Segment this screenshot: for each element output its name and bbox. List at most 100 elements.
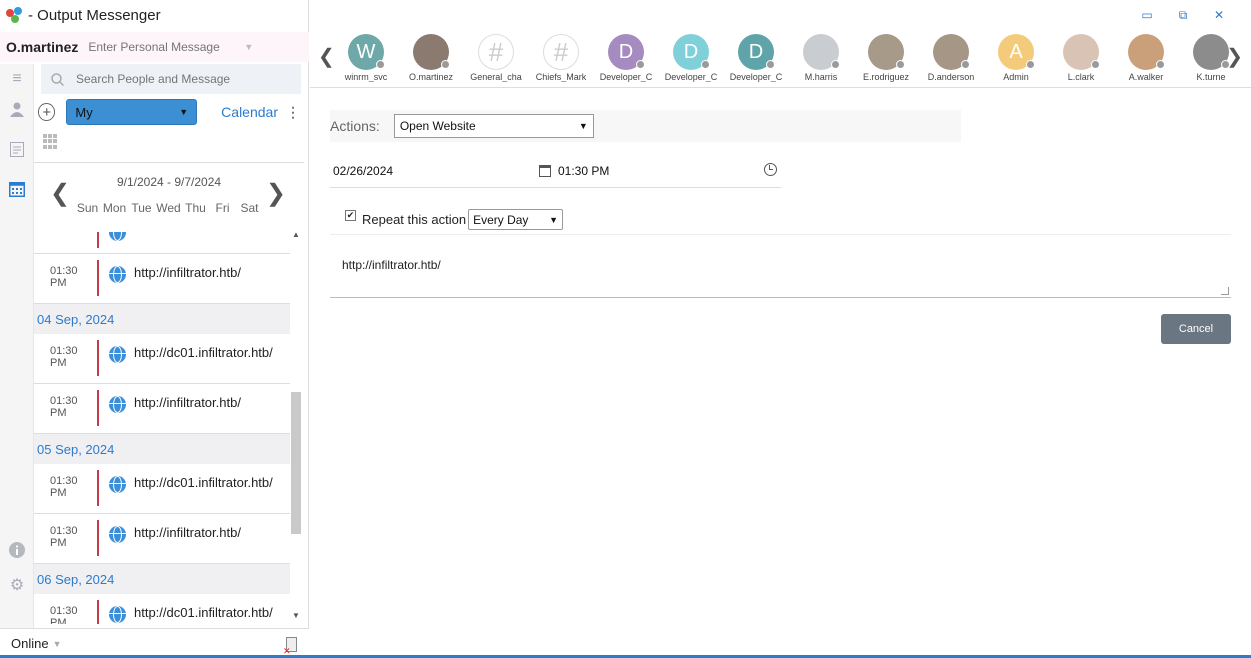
calendar-filter-value: My xyxy=(75,104,93,120)
day-header: 06 Sep, 2024 xyxy=(34,564,290,594)
avatar-initial: D xyxy=(618,40,634,63)
datetime-row: 02/26/2024 01:30 PM xyxy=(330,158,781,188)
event-item-partial[interactable] xyxy=(34,232,290,254)
minimize-icon[interactable]: ▭ xyxy=(1129,8,1165,23)
scroll-right-icon[interactable]: ❯ xyxy=(1226,44,1243,69)
repeat-checkbox[interactable]: ✔ xyxy=(345,210,356,221)
scroll-up-arrow-icon[interactable]: ▲ xyxy=(292,230,300,239)
avatar xyxy=(868,34,905,70)
event-item[interactable]: 01:30 PM http://dc01.infiltrator.htb/ xyxy=(34,464,290,514)
personal-message-input[interactable] xyxy=(88,37,239,57)
cancel-button[interactable]: Cancel xyxy=(1161,314,1231,344)
contact-item[interactable]: Wwinrm_svc xyxy=(336,34,396,82)
notes-icon[interactable] xyxy=(8,140,26,158)
presence-dot-icon xyxy=(441,60,450,69)
calculator-icon[interactable] xyxy=(283,637,297,657)
avatar: D xyxy=(738,34,775,70)
avatar: D xyxy=(673,34,710,70)
weekday-label[interactable]: Mon xyxy=(101,201,128,215)
contact-name: K.turne xyxy=(1196,72,1226,82)
contact-name: Developer_C xyxy=(599,72,653,82)
date-input[interactable]: 02/26/2024 xyxy=(333,164,393,178)
week-range: 9/1/2024 - 9/7/2024 xyxy=(116,175,222,189)
date-picker-icon[interactable] xyxy=(539,165,551,177)
scroll-left-icon[interactable]: ❮ xyxy=(318,44,335,69)
resize-grip-icon[interactable] xyxy=(1221,287,1229,295)
contact-name: D.anderson xyxy=(927,72,975,82)
event-url: http://infiltrator.htb/ xyxy=(134,395,241,410)
nav-rail: ≡ ⚙ xyxy=(0,64,34,658)
presence-dot-icon xyxy=(766,60,775,69)
event-item[interactable]: 01:30 PM http://infiltrator.htb/ xyxy=(34,384,290,434)
contacts-icon[interactable] xyxy=(8,100,26,118)
scrollbar-thumb[interactable] xyxy=(291,392,301,534)
weekday-label[interactable]: Sat xyxy=(236,201,263,215)
contact-item[interactable]: A Admin xyxy=(986,34,1046,82)
action-select[interactable]: Open Website ▼ xyxy=(393,114,594,138)
weekday-label[interactable]: Wed xyxy=(155,201,182,215)
weekday-label[interactable]: Sun xyxy=(74,201,101,215)
search-input[interactable] xyxy=(76,72,286,86)
avatar-initial: W xyxy=(356,40,376,63)
presence-dot-icon xyxy=(376,60,385,69)
contact-item[interactable]: M.harris xyxy=(791,34,851,82)
actions-label: Actions: xyxy=(330,118,380,134)
time-input[interactable]: 01:30 PM xyxy=(558,164,609,178)
chevron-down-icon[interactable]: ▼ xyxy=(244,42,253,52)
search-box[interactable] xyxy=(41,64,301,94)
contact-item[interactable]: D Developer_C xyxy=(661,34,721,82)
left-panel: - Output Messenger O.martinez ▼ ≡ ⚙ + My… xyxy=(0,0,309,658)
more-vertical-icon[interactable]: ⋮ xyxy=(286,104,300,121)
event-item[interactable]: 01:30 PM http://infiltrator.htb/ xyxy=(34,514,290,564)
event-item[interactable]: 01:30 PM http://dc01.infiltrator.htb/ xyxy=(34,334,290,384)
maximize-icon[interactable]: ⧉ xyxy=(1165,8,1201,23)
contact-item[interactable]: E.rodriguez xyxy=(856,34,916,82)
contact-item[interactable]: # General_cha xyxy=(466,34,526,82)
settings-gear-icon[interactable]: ⚙ xyxy=(8,576,26,594)
user-name[interactable]: O.martinez xyxy=(6,39,78,55)
contact-item[interactable]: # Chiefs_Mark xyxy=(531,34,591,82)
calendar-filter-select[interactable]: My ▼ xyxy=(66,99,198,125)
actions-row: Actions: Open Website ▼ xyxy=(330,110,961,142)
clock-icon[interactable] xyxy=(764,163,777,176)
weekday-label[interactable]: Thu xyxy=(182,201,209,215)
url-textarea[interactable]: http://infiltrator.htb/ xyxy=(330,250,1231,298)
add-event-button[interactable]: + xyxy=(38,103,56,121)
calendar-link[interactable]: Calendar xyxy=(221,104,278,120)
week-navigator: ❮ 9/1/2024 - 9/7/2024 ❯ Sun Mon Tue Wed … xyxy=(34,162,304,232)
presence-dot-icon xyxy=(636,60,645,69)
contact-item[interactable]: A.walker xyxy=(1116,34,1176,82)
menu-icon[interactable]: ≡ xyxy=(8,70,26,88)
contact-item[interactable]: O.martinez xyxy=(401,34,461,82)
contact-item[interactable]: D Developer_C xyxy=(726,34,786,82)
event-item[interactable]: 01:30 PM http://infiltrator.htb/ xyxy=(34,254,290,304)
contact-item[interactable]: L.clark xyxy=(1051,34,1111,82)
scroll-down-arrow-icon[interactable]: ▼ xyxy=(292,611,300,620)
grid-view-icon[interactable] xyxy=(43,134,58,149)
event-list: 01:30 PM http://infiltrator.htb/ 04 Sep,… xyxy=(34,232,290,624)
chevron-down-icon[interactable]: ▼ xyxy=(53,639,62,649)
avatar: A xyxy=(998,34,1035,70)
user-bar: O.martinez ▼ xyxy=(0,32,309,62)
contact-name: L.clark xyxy=(1067,72,1095,82)
avatar xyxy=(413,34,450,70)
contact-name: Admin xyxy=(1003,72,1029,82)
contact-name: Chiefs_Mark xyxy=(535,72,587,82)
contact-item[interactable]: D Developer_C xyxy=(596,34,656,82)
next-week-button[interactable]: ❯ xyxy=(266,179,286,208)
weekday-label[interactable]: Tue xyxy=(128,201,155,215)
caret-down-icon: ▼ xyxy=(578,121,588,131)
repeat-frequency-select[interactable]: Every Day ▼ xyxy=(468,209,564,230)
status-selector[interactable]: Online xyxy=(11,636,49,651)
info-icon[interactable] xyxy=(8,541,26,559)
event-item[interactable]: 01:30 PM http://dc01.infiltrator.htb/ xyxy=(34,594,290,624)
calendar-nav-icon[interactable] xyxy=(8,180,26,198)
presence-dot-icon xyxy=(1091,60,1100,69)
contact-item[interactable]: D.anderson xyxy=(921,34,981,82)
weekday-label[interactable]: Fri xyxy=(209,201,236,215)
contact-name: winrm_svc xyxy=(344,72,388,82)
status-bar: Online ▼ xyxy=(0,628,309,658)
event-list-scrollbar[interactable]: ▲ ▼ xyxy=(290,230,302,622)
close-icon[interactable]: ✕ xyxy=(1201,8,1237,23)
event-time: 01:30 PM xyxy=(50,265,78,289)
